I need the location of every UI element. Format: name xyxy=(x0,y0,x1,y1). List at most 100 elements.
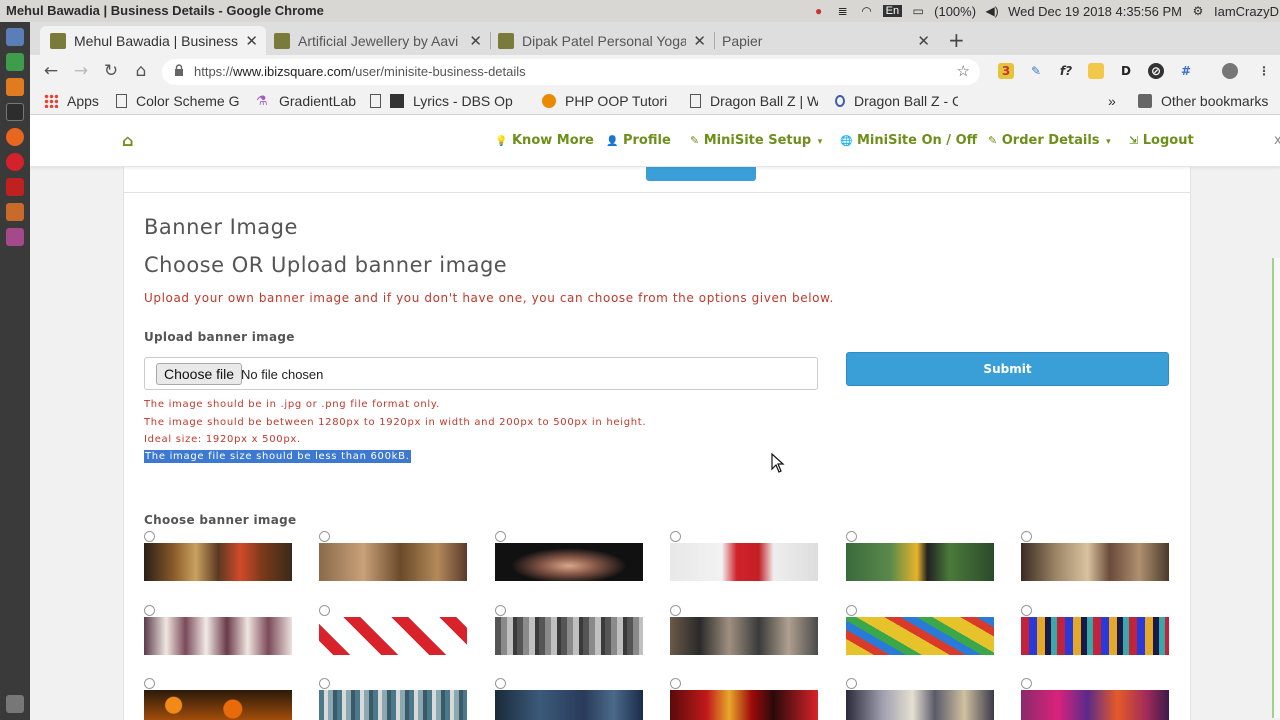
banner-thumbnail-woman-red-sweater[interactable] xyxy=(670,543,819,581)
file-input[interactable]: Choose file No file chosen xyxy=(144,357,818,390)
reload-icon[interactable]: ↻ xyxy=(100,61,122,81)
sublime-icon[interactable] xyxy=(6,78,24,96)
new-tab-icon[interactable]: + xyxy=(948,28,965,52)
banner-thumbnail-wedding-dresses[interactable] xyxy=(144,616,292,655)
software-icon[interactable] xyxy=(6,203,24,221)
tab-papier[interactable]: Papier ✕ xyxy=(714,26,938,55)
choose-file-button[interactable]: Choose file xyxy=(156,363,243,385)
banner-radio[interactable] xyxy=(845,531,857,542)
extension-lightbulb-icon[interactable]: 3 xyxy=(998,63,1014,79)
scrollbar-track[interactable] xyxy=(1272,258,1280,718)
settings-gear-icon[interactable]: ⚙ xyxy=(1190,4,1206,18)
extension-grid-icon[interactable]: # xyxy=(1178,63,1194,79)
banner-thumbnail-marigold-flowers[interactable] xyxy=(144,690,292,720)
banner-thumbnail-denim-jeans[interactable] xyxy=(494,690,643,720)
banner-radio[interactable] xyxy=(670,531,682,542)
tab-business-details[interactable]: Mehul Bawadia | Business ✕ xyxy=(40,26,266,55)
close-tab-icon[interactable]: ✕ xyxy=(245,32,258,50)
forward-arrow-icon[interactable]: → xyxy=(70,61,92,81)
banner-radio[interactable] xyxy=(144,678,155,689)
nav-profile[interactable]: 👤 Profile xyxy=(606,133,671,148)
submit-button[interactable]: Submit xyxy=(846,352,1169,386)
nav-minisite-setup[interactable]: ✎ MiniSite Setup ▾ xyxy=(690,133,822,148)
banner-radio[interactable] xyxy=(494,678,506,689)
banner-radio[interactable] xyxy=(670,604,682,616)
firefox-icon[interactable] xyxy=(6,128,24,146)
banner-radio[interactable] xyxy=(1021,531,1032,542)
bookmark-item[interactable]: ⚗ GradientLab xyxy=(256,93,356,109)
home-icon[interactable]: ⌂ xyxy=(122,131,133,150)
notes-icon[interactable]: ≣ xyxy=(835,4,851,18)
profile-avatar-icon[interactable] xyxy=(1222,63,1238,79)
opera-icon[interactable] xyxy=(6,153,24,171)
banner-thumbnail-shopping-mall[interactable] xyxy=(845,690,994,720)
record-icon[interactable]: ● xyxy=(811,4,827,18)
back-arrow-icon[interactable]: ← xyxy=(40,61,62,81)
filezilla-icon[interactable] xyxy=(6,178,24,196)
dash-icon[interactable] xyxy=(6,28,24,46)
close-tab-icon[interactable]: ✕ xyxy=(917,32,930,50)
banner-thumbnail-perfume-bottles[interactable] xyxy=(144,543,292,581)
banner-thumbnail-clothing-store[interactable] xyxy=(670,616,819,655)
banner-thumbnail-colorful-fabrics[interactable] xyxy=(1021,616,1169,655)
banner-radio[interactable] xyxy=(670,678,682,689)
banner-radio[interactable] xyxy=(845,678,857,689)
bookmarks-overflow[interactable]: » xyxy=(1108,93,1116,109)
close-tab-icon[interactable]: ✕ xyxy=(693,32,706,50)
banner-radio[interactable] xyxy=(144,531,155,542)
banner-radio[interactable] xyxy=(319,531,331,542)
bookmark-apps[interactable]: Apps xyxy=(44,93,99,109)
extension-font-icon[interactable]: f? xyxy=(1058,63,1074,79)
bookmark-item[interactable]: PHP OOP Tutori xyxy=(542,93,671,109)
nav-logout[interactable]: ⇲ Logout xyxy=(1129,133,1194,148)
keyboard-language[interactable]: En xyxy=(882,5,903,17)
banner-radio[interactable] xyxy=(319,604,331,616)
banner-radio[interactable] xyxy=(1021,678,1032,689)
home-icon[interactable]: ⌂ xyxy=(130,61,152,81)
bookmark-item[interactable]: Dragon Ball Z | W xyxy=(690,93,818,109)
bookmark-item[interactable]: Color Scheme G xyxy=(116,93,240,109)
tab-dipak-patel-yoga[interactable]: Dipak Patel Personal Yoga ✕ xyxy=(490,26,715,55)
terminal-icon[interactable] xyxy=(6,103,24,121)
banner-radio[interactable] xyxy=(494,604,506,616)
address-bar[interactable]: https://www.ibizsquare.com/user/minisite… xyxy=(162,59,980,85)
banner-thumbnail-clothes-rack[interactable] xyxy=(494,616,643,655)
user-name[interactable]: IamCrazyD xyxy=(1214,4,1280,19)
close-icon[interactable]: x xyxy=(1274,133,1280,148)
bookmark-item[interactable]: Lyrics - DBS Op xyxy=(370,93,519,109)
banner-thumbnail-red-bangles[interactable] xyxy=(670,690,819,720)
nav-minisite-on-off[interactable]: 🌐 MiniSite On / Off xyxy=(840,133,977,148)
battery-icon[interactable]: ▭ xyxy=(910,4,926,18)
banner-thumbnail-colorful-market[interactable] xyxy=(1021,690,1169,720)
chrome-menu-icon[interactable]: ⋮ xyxy=(1256,63,1272,79)
nav-know-more[interactable]: 💡 Know More xyxy=(495,133,594,148)
banner-thumbnail-sale-tags[interactable] xyxy=(319,616,468,655)
extension-d-icon[interactable]: D xyxy=(1118,63,1134,79)
files-icon[interactable] xyxy=(6,228,24,246)
extension-note-icon[interactable] xyxy=(1088,63,1104,79)
volume-icon[interactable]: ◀) xyxy=(984,4,1000,18)
trash-icon[interactable] xyxy=(6,695,24,713)
banner-radio[interactable] xyxy=(1021,604,1032,616)
wifi-icon[interactable]: ◠ xyxy=(859,4,875,18)
bookmark-star-icon[interactable]: ☆ xyxy=(957,62,970,80)
banner-thumbnail-grocery-aisle[interactable] xyxy=(319,690,468,720)
extension-eyedropper-icon[interactable]: ✎ xyxy=(1028,63,1044,79)
banner-thumbnail-woman-necklace[interactable] xyxy=(494,543,643,581)
banner-thumbnail-woman-yellow-dress[interactable] xyxy=(845,543,994,581)
banner-radio[interactable] xyxy=(845,604,857,616)
close-tab-icon[interactable]: ✕ xyxy=(469,32,482,50)
banner-thumbnail-school-supplies[interactable] xyxy=(845,616,994,655)
chrome-icon[interactable] xyxy=(6,53,24,71)
clock[interactable]: Wed Dec 19 2018 4:35:56 PM xyxy=(1008,4,1182,19)
banner-thumbnail-market-hats[interactable] xyxy=(1021,543,1169,581)
banner-radio[interactable] xyxy=(319,678,331,689)
banner-radio[interactable] xyxy=(494,531,506,542)
banner-thumbnail-handbags-shop[interactable] xyxy=(319,543,468,581)
nav-order-details[interactable]: ✎ Order Details ▾ xyxy=(988,133,1111,148)
tab-artificial-jewellery[interactable]: Artificial Jewellery by Aavi ✕ xyxy=(266,26,491,55)
other-bookmarks[interactable]: Other bookmarks xyxy=(1138,93,1268,109)
active-step-button[interactable] xyxy=(646,167,756,181)
bookmark-item[interactable]: Dragon Ball Z - C xyxy=(835,93,958,109)
extension-block-icon[interactable]: ⊘ xyxy=(1148,63,1164,79)
